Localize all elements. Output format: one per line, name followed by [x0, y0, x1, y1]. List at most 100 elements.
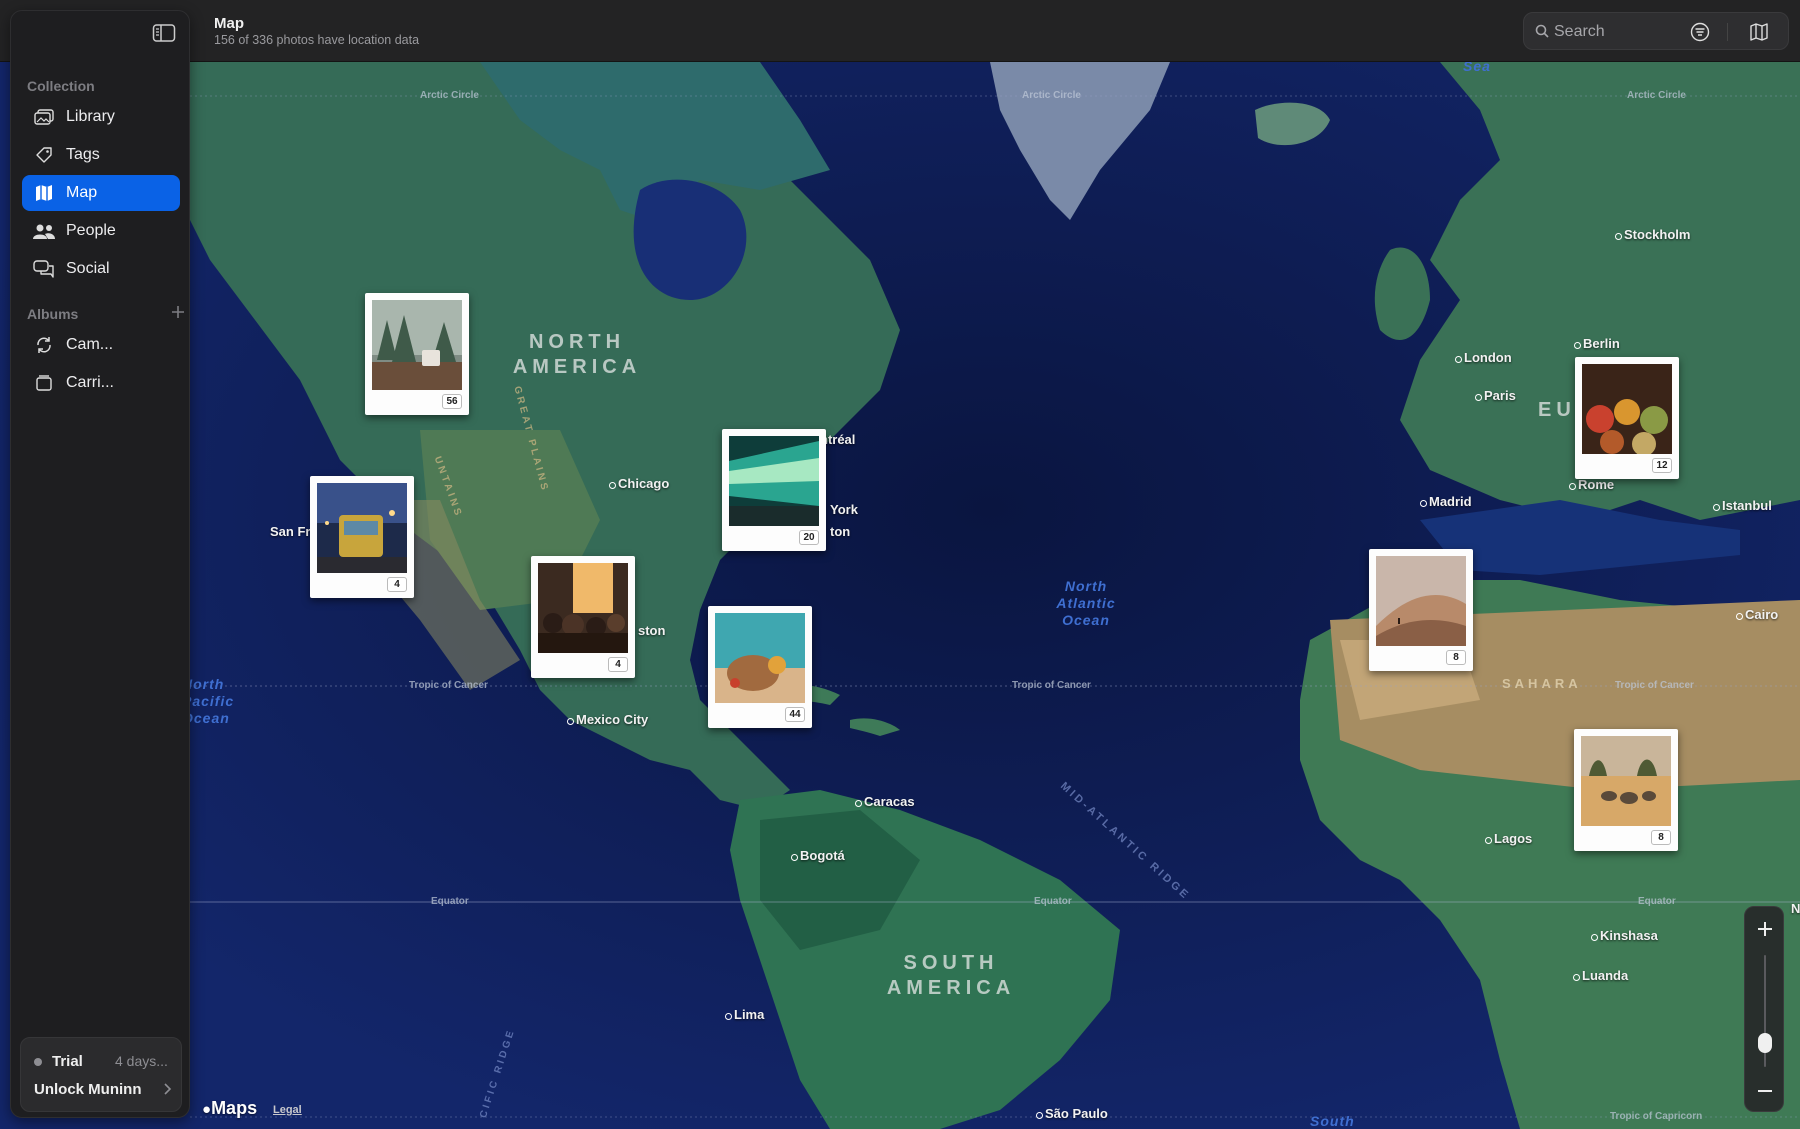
city-label[interactable]: Chicago [608, 476, 669, 491]
pin-thumbnail [538, 563, 628, 653]
sidebar-toggle-button[interactable] [149, 20, 179, 46]
zoom-slider-thumb[interactable] [1758, 1033, 1772, 1054]
pin-thumbnail [1581, 736, 1671, 826]
search-icon [1535, 24, 1549, 38]
search-input[interactable] [1554, 21, 1694, 43]
trial-label: Trial [52, 1053, 83, 1070]
tropic-of-cancer-label: Tropic of Cancer [1012, 680, 1091, 691]
city-label[interactable]: Kinshasa [1591, 928, 1658, 943]
speech-bubbles-icon [33, 260, 55, 278]
photo-pin-west-africa[interactable]: 8 [1574, 729, 1678, 851]
page-title: Map [214, 15, 244, 32]
tropic-of-cancer-label: Tropic of Cancer [409, 680, 488, 691]
sidebar: Collection Library Tags Map People Socia… [10, 10, 190, 1118]
ocean-label-north-atlantic: North Atlantic Ocean [1056, 578, 1116, 628]
toolbar-separator [1727, 23, 1728, 41]
photo-count-badge: 20 [799, 530, 819, 545]
photo-count-badge: 8 [1446, 650, 1466, 665]
ocean-label-south: South [1310, 1113, 1355, 1129]
zoom-control[interactable] [1744, 906, 1784, 1112]
city-label[interactable]: York [830, 502, 858, 517]
sidebar-item-label: Tags [66, 146, 100, 163]
pin-thumbnail [1376, 556, 1466, 646]
photo-pin-new-york[interactable]: 20 [722, 429, 826, 551]
sidebar-item-library[interactable]: Library [22, 99, 180, 135]
sidebar-item-label: Library [66, 108, 115, 125]
city-label[interactable]: Istanbul [1713, 498, 1772, 513]
equator-label: Equator [431, 896, 469, 907]
city-label[interactable]: Mexico City [566, 712, 648, 727]
filter-lines-icon [1690, 22, 1710, 42]
photo-pin-turkey[interactable]: 12 [1575, 357, 1679, 479]
photo-stack-icon [33, 108, 55, 126]
city-label[interactable]: N [1791, 901, 1800, 916]
sidebar-item-label: Social [66, 260, 110, 277]
photo-pin-texas[interactable]: 4 [531, 556, 635, 678]
arctic-circle-label: Arctic Circle [1627, 90, 1686, 101]
arctic-circle-label: Arctic Circle [420, 90, 479, 101]
map-style-button[interactable] [1744, 19, 1774, 45]
folded-map-icon [1750, 23, 1768, 41]
tropic-of-capricorn-label: Tropic of Capricorn [1610, 1111, 1703, 1122]
city-label[interactable]: Madrid [1420, 494, 1472, 509]
city-label[interactable]: Lagos [1484, 831, 1532, 846]
city-label[interactable]: Paris [1475, 388, 1516, 403]
city-label[interactable]: ton [830, 524, 850, 539]
tag-icon [33, 146, 55, 164]
sidebar-album-carri[interactable]: Carri... [22, 365, 180, 401]
city-label[interactable]: San Fr [270, 524, 310, 539]
photo-pin-san-francisco[interactable]: 4 [310, 476, 414, 598]
legal-link[interactable]: Legal [273, 1104, 302, 1116]
city-label[interactable]: Luanda [1572, 968, 1628, 983]
zoom-in-button[interactable] [1745, 909, 1785, 949]
title-bar: Map 156 of 336 photos have location data [0, 0, 1800, 62]
filter-button[interactable] [1685, 19, 1715, 45]
page-subtitle: 156 of 336 photos have location data [214, 33, 420, 47]
pin-thumbnail [715, 613, 805, 703]
sidebar-album-camera[interactable]: Cam... [22, 327, 180, 363]
pin-thumbnail [317, 483, 407, 573]
city-label[interactable]: Caracas [855, 794, 915, 809]
sidebar-item-social[interactable]: Social [22, 251, 180, 287]
zoom-out-button[interactable] [1745, 1071, 1785, 1111]
continent-label-north-america: NORTH AMERICA [512, 331, 642, 378]
city-label[interactable]: ston [638, 623, 665, 638]
city-label[interactable]: Lima [724, 1007, 764, 1022]
city-label[interactable]: Rome [1568, 477, 1614, 492]
sidebar-item-map[interactable]: Map [22, 175, 180, 211]
city-label[interactable]: Berlin [1574, 336, 1620, 351]
plus-icon [172, 306, 184, 318]
trial-remaining: 4 days... [115, 1053, 168, 1069]
search-field[interactable] [1523, 12, 1789, 50]
sidebar-item-label: People [66, 222, 116, 239]
photo-count-badge: 8 [1651, 830, 1671, 845]
albums-heading: Albums [27, 306, 79, 322]
folded-map-icon [33, 184, 55, 202]
photo-count-badge: 4 [387, 577, 407, 592]
city-label[interactable]: Cairo [1735, 607, 1778, 622]
add-album-button[interactable] [169, 303, 187, 321]
photo-count-badge: 56 [442, 394, 462, 409]
tropic-of-cancer-label: Tropic of Cancer [1615, 680, 1694, 691]
city-label[interactable]: London [1455, 350, 1512, 365]
sidebar-item-people[interactable]: People [22, 213, 180, 249]
apple-logo-icon: ● [202, 1101, 212, 1118]
pin-thumbnail [1582, 364, 1672, 454]
region-label-sahara: SAHARA [1502, 676, 1582, 691]
sidebar-item-label: Map [66, 184, 98, 201]
city-label[interactable]: São Paulo [1036, 1106, 1108, 1121]
maps-logo: ●Maps [202, 1098, 258, 1118]
photo-pin-canada-west[interactable]: 56 [365, 293, 469, 415]
city-label[interactable]: Bogotá [791, 848, 845, 863]
photo-count-badge: 4 [608, 657, 628, 672]
continent-label-south-america: SOUTH AMERICA [886, 952, 1016, 999]
map-view[interactable]: Arctic Circle Arctic Circle Arctic Circl… [0, 0, 1800, 1129]
photo-pin-morocco[interactable]: 8 [1369, 549, 1473, 671]
trial-status-dot [34, 1058, 42, 1066]
photo-pin-caribbean[interactable]: 44 [708, 606, 812, 728]
pin-thumbnail [372, 300, 462, 390]
trial-banner[interactable]: Trial 4 days... Unlock Muninn [20, 1037, 182, 1112]
sidebar-item-tags[interactable]: Tags [22, 137, 180, 173]
city-label[interactable]: Stockholm [1614, 227, 1690, 242]
equator-label: Equator [1638, 896, 1676, 907]
